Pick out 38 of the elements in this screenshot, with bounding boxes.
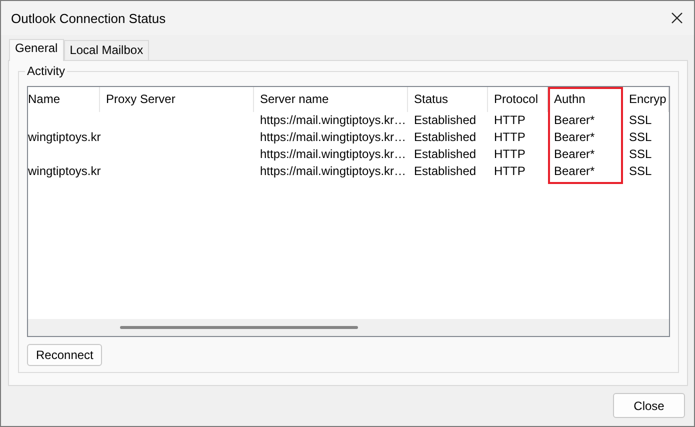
table-cell: Established: [414, 130, 476, 144]
table-cell: Established: [414, 147, 476, 161]
table-cell: HTTP: [494, 130, 526, 144]
column-header[interactable]: Status: [408, 87, 488, 112]
tab[interactable]: Local Mailbox: [64, 40, 150, 60]
table-cell: Established: [414, 113, 476, 127]
column-header[interactable]: Authn: [548, 87, 623, 112]
table-cell: HTTP: [494, 113, 526, 127]
table-cell: https://mail.wingtiptoys.kr…: [260, 130, 406, 144]
table-cell: Bearer*: [554, 164, 595, 178]
table-cell: SSL: [629, 113, 652, 127]
column-header[interactable]: Protocol: [488, 87, 548, 112]
column-header[interactable]: Name: [28, 87, 100, 112]
group-title: Activity: [25, 64, 68, 78]
column-header[interactable]: Encryp: [623, 87, 669, 112]
table-cell: https://mail.wingtiptoys.kr…: [260, 113, 406, 127]
table-cell: wingtiptoys.kr: [28, 164, 101, 178]
reconnect-button[interactable]: Reconnect: [27, 344, 102, 366]
table-cell: https://mail.wingtiptoys.kr…: [260, 147, 406, 161]
table-cell: https://mail.wingtiptoys.kr…: [260, 164, 406, 178]
table-cell: HTTP: [494, 147, 526, 161]
column-header[interactable]: Server name: [254, 87, 408, 112]
table-cell: SSL: [629, 130, 652, 144]
tab[interactable]: General: [9, 39, 64, 61]
table-cell: Bearer*: [554, 113, 595, 127]
horizontal-scrollbar[interactable]: [28, 319, 669, 336]
column-header[interactable]: Proxy Server: [100, 87, 254, 112]
table-cell: SSL: [629, 164, 652, 178]
close-icon[interactable]: [671, 12, 683, 24]
close-button[interactable]: Close: [613, 393, 685, 418]
table-cell: HTTP: [494, 164, 526, 178]
scrollbar-thumb[interactable]: [120, 326, 358, 329]
table-cell: Bearer*: [554, 147, 595, 161]
table-cell: Established: [414, 164, 476, 178]
table-cell: wingtiptoys.kr: [28, 130, 101, 144]
window-title: Outlook Connection Status: [11, 10, 166, 26]
table-cell: SSL: [629, 147, 652, 161]
table-cell: Bearer*: [554, 130, 595, 144]
